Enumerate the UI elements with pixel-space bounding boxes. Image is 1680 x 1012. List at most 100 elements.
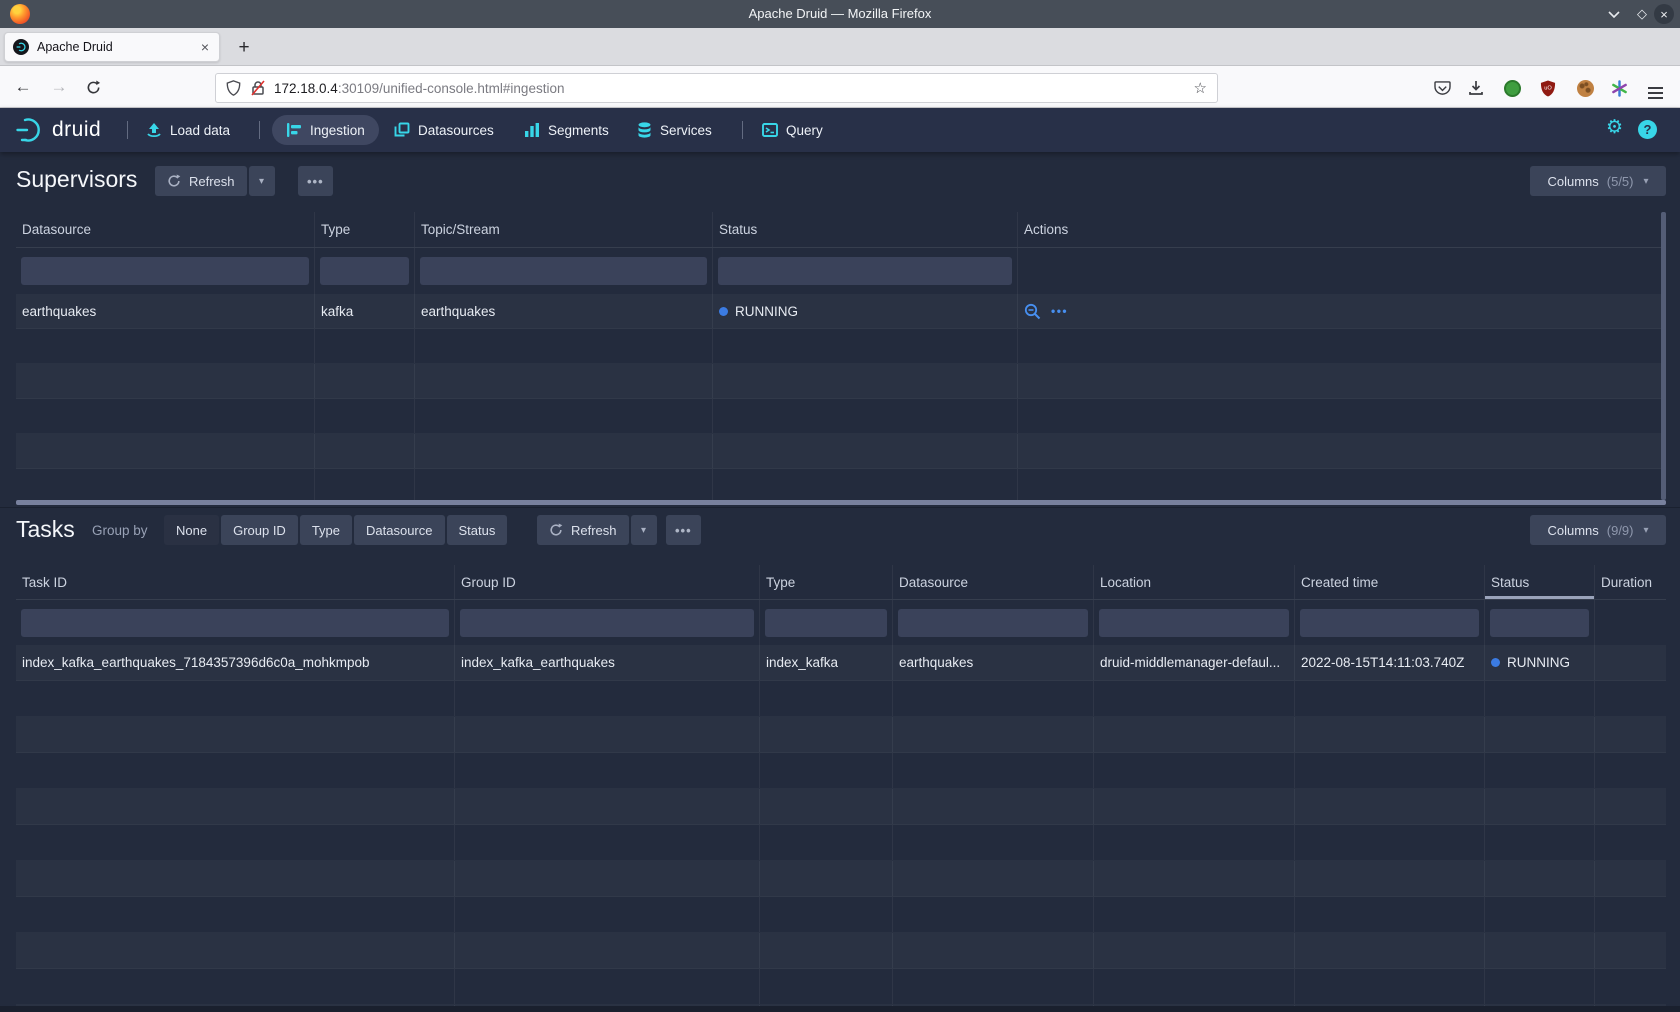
empty-row [16,789,1666,825]
task-id-filter-input[interactable] [21,609,449,637]
horizontal-scrollbar[interactable] [16,500,1666,505]
supervisor-status[interactable]: RUNNING [713,294,1018,328]
downloads-icon[interactable] [1463,75,1489,101]
column-header-created-time[interactable]: Created time [1295,565,1485,599]
tasks-refresh-button[interactable]: Refresh [537,515,629,545]
group-by-group-id-button[interactable]: Group ID [221,515,298,545]
ublock-shield-icon[interactable]: uO [1535,75,1561,101]
window-titlebar: Apache Druid — Mozilla Firefox ◇ × [0,0,1680,28]
row-more-actions-icon[interactable]: ••• [1051,304,1068,318]
datasource-filter-input[interactable] [898,609,1088,637]
column-header-group-id[interactable]: Group ID [455,565,760,599]
status-filter-input[interactable] [1490,609,1589,637]
topic-stream-filter-input[interactable] [420,257,707,285]
back-button[interactable]: ← [10,76,36,98]
task-duration[interactable] [1595,645,1666,680]
tasks-more-button[interactable]: ••• [666,515,701,545]
forward-button[interactable]: → [46,76,72,98]
type-filter-input[interactable] [320,257,409,285]
reload-button[interactable] [80,76,106,98]
empty-row [16,717,1666,753]
supervisor-row[interactable]: earthquakes kafka earthquakes RUNNING ••… [16,294,1666,329]
column-header-location[interactable]: Location [1094,565,1295,599]
group-by-none-button[interactable]: None [164,515,219,545]
nav-item-ingestion[interactable]: Ingestion [272,115,379,145]
nav-item-services[interactable]: Services [631,115,718,145]
section-divider [0,507,1680,508]
supervisor-type[interactable]: kafka [315,294,415,328]
supervisors-more-button[interactable]: ••• [298,166,333,196]
nav-item-load-data[interactable]: Load data [140,115,236,145]
help-icon[interactable]: ? [1638,120,1657,139]
column-header-type[interactable]: Type [315,212,415,247]
task-location[interactable]: druid-middlemanager-defaul... [1094,645,1295,680]
new-tab-button[interactable]: + [232,36,256,60]
task-type[interactable]: index_kafka [760,645,893,680]
nav-item-label: Query [786,123,823,138]
column-header-task-id[interactable]: Task ID [16,565,455,599]
close-button[interactable]: × [1652,3,1676,25]
window-bottom-edge [0,1006,1680,1012]
lock-insecure-icon[interactable] [251,80,265,96]
supervisors-refresh-caret-button[interactable]: ▾ [249,166,275,196]
maximize-button[interactable]: ◇ [1630,3,1654,25]
location-filter-input[interactable] [1099,609,1289,637]
columns-label: Columns [1547,174,1598,189]
druid-brand[interactable]: druid [16,108,101,152]
settings-gear-icon[interactable]: ⚙ [1606,116,1623,139]
url-bar[interactable]: 172.18.0.4:30109/unified-console.html#in… [215,73,1218,103]
magnify-details-icon[interactable] [1024,303,1041,320]
task-row[interactable]: index_kafka_earthquakes_7184357396d6c0a_… [16,645,1666,681]
group-by-type-button[interactable]: Type [300,515,352,545]
column-header-datasource[interactable]: Datasource [16,212,315,247]
cookie-extension-icon[interactable] [1572,75,1598,101]
supervisor-actions: ••• [1018,294,1666,328]
asterisk-extension-icon[interactable] [1606,75,1632,101]
tasks-columns-button[interactable]: Columns (9/9) ▾ [1530,515,1666,545]
column-header-datasource[interactable]: Datasource [893,565,1094,599]
supervisors-table-header: Datasource Type Topic/Stream Status Acti… [16,212,1666,248]
svg-text:uO: uO [1544,85,1552,91]
datasource-filter-input[interactable] [21,257,309,285]
column-header-status[interactable]: Status [713,212,1018,247]
extension-green-icon[interactable] [1499,75,1525,101]
nav-item-datasources[interactable]: Datasources [388,115,500,145]
tab-close-icon[interactable]: × [199,39,211,55]
chevron-down-icon: ▾ [259,176,264,187]
empty-row [16,364,1666,399]
created-time-filter-input[interactable] [1300,609,1479,637]
status-filter-input[interactable] [718,257,1012,285]
group-id-filter-input[interactable] [460,609,754,637]
group-by-datasource-button[interactable]: Datasource [354,515,444,545]
nav-item-query[interactable]: Query [756,115,829,145]
supervisors-columns-button[interactable]: Columns (5/5) ▾ [1530,166,1666,196]
task-datasource[interactable]: earthquakes [893,645,1094,680]
group-by-status-button[interactable]: Status [447,515,508,545]
column-header-topic-stream[interactable]: Topic/Stream [415,212,713,247]
reload-icon [86,80,101,95]
tasks-refresh-caret-button[interactable]: ▾ [631,515,657,545]
supervisor-datasource[interactable]: earthquakes [16,294,315,328]
supervisor-topic-stream[interactable]: earthquakes [415,294,713,328]
column-header-status-sorted[interactable]: Status [1485,565,1595,599]
task-status-label: RUNNING [1507,655,1570,670]
menu-hamburger-icon[interactable] [1642,75,1668,101]
minimize-button[interactable] [1602,3,1626,25]
chevron-down-icon: ▾ [1644,176,1649,187]
vertical-scrollbar[interactable] [1661,212,1666,500]
type-filter-input[interactable] [765,609,887,637]
tasks-refresh-group: Refresh ▾ [537,515,657,545]
task-group-id[interactable]: index_kafka_earthquakes [455,645,760,680]
nav-item-segments[interactable]: Segments [518,115,615,145]
services-icon [637,122,652,138]
supervisors-refresh-button[interactable]: Refresh [155,166,247,196]
tab-apache-druid[interactable]: Apache Druid × [4,32,220,62]
task-id[interactable]: index_kafka_earthquakes_7184357396d6c0a_… [16,645,455,680]
column-header-type[interactable]: Type [760,565,893,599]
task-status[interactable]: RUNNING [1485,645,1595,680]
task-created-time[interactable]: 2022-08-15T14:11:03.740Z [1295,645,1485,680]
column-header-duration[interactable]: Duration [1595,565,1666,599]
pocket-icon[interactable] [1429,75,1455,101]
url-path: :30109/unified-console.html#ingestion [338,81,565,96]
bookmark-star-icon[interactable]: ☆ [1194,79,1207,97]
